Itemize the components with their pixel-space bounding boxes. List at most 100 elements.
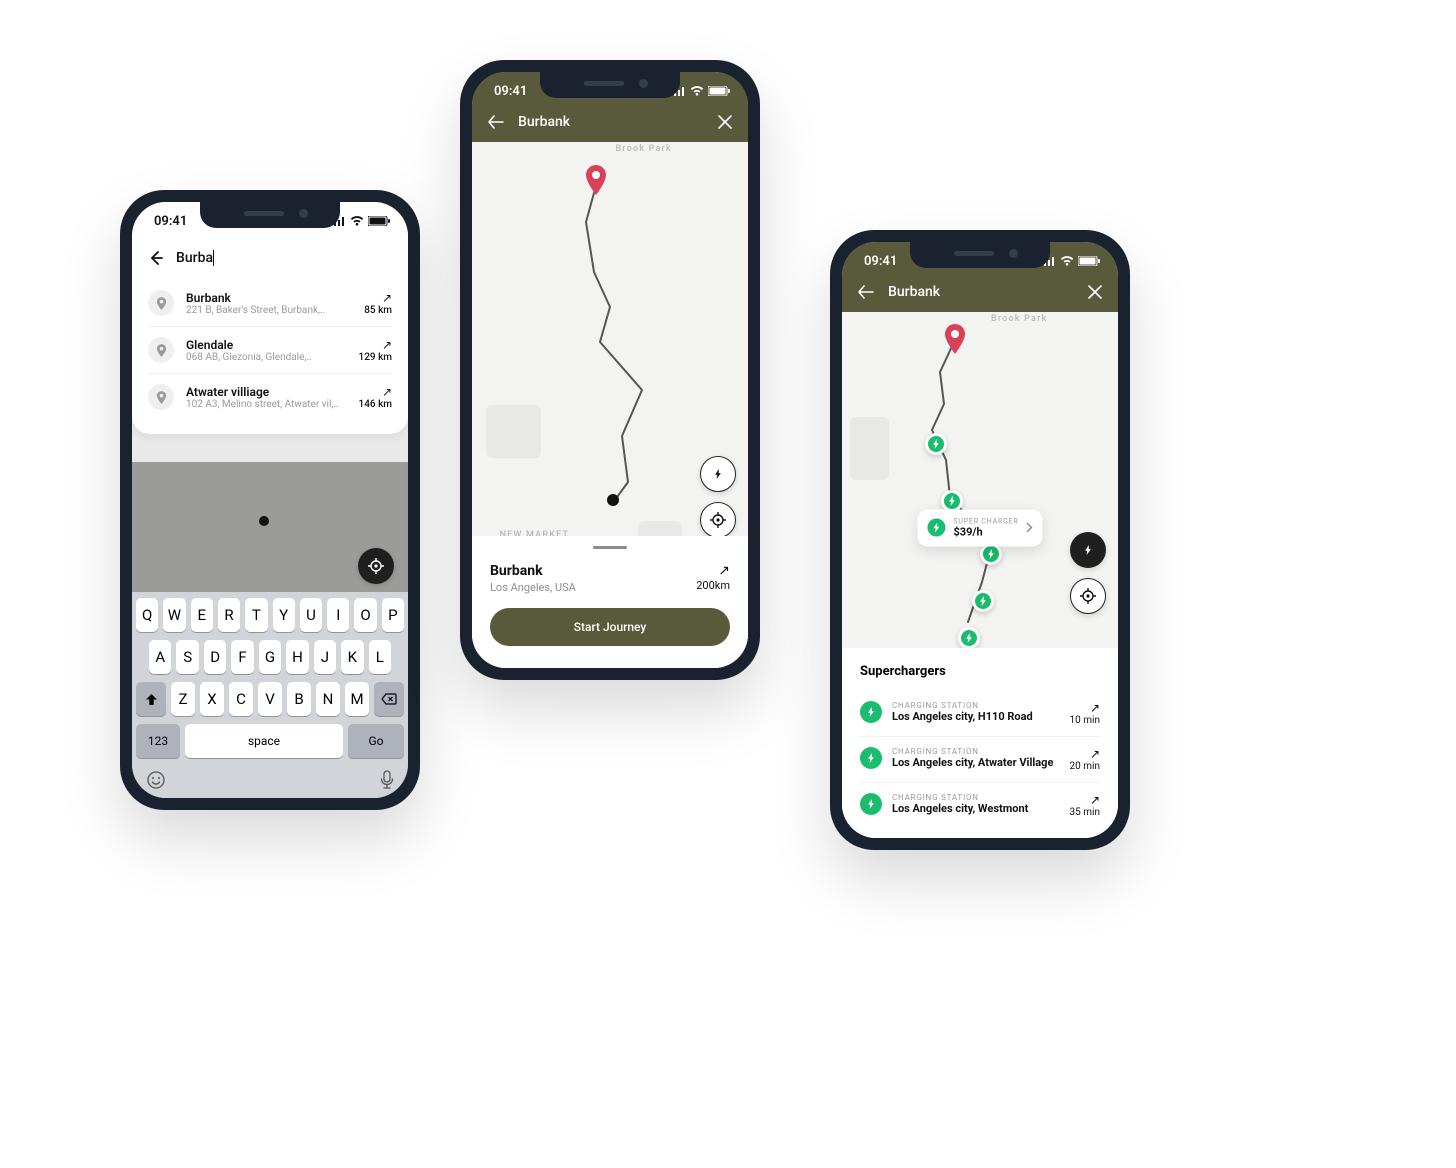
phone-notch <box>200 202 340 228</box>
go-key[interactable]: Go <box>348 724 404 758</box>
key-r[interactable]: R <box>218 598 240 632</box>
suggestion-name: Atwater villiage <box>186 385 347 399</box>
key-v[interactable]: V <box>258 682 282 716</box>
suggestion-item[interactable]: Atwater villiage 102 A3, Melino street, … <box>148 373 392 420</box>
locate-button[interactable] <box>700 502 736 538</box>
superchargers-title: Superchargers <box>860 664 1100 679</box>
supercharger-name: Los Angeles city, Atwater Village <box>892 756 1060 770</box>
keyboard: QWERTYUIOP ASDFGHJKL ZXCVBNM 123 space G… <box>132 592 408 798</box>
wifi-icon <box>350 216 364 226</box>
mic-key[interactable] <box>380 770 394 790</box>
location-pin-icon <box>148 337 174 363</box>
numeric-key[interactable]: 123 <box>136 724 180 758</box>
charger-marker[interactable] <box>972 590 994 612</box>
status-time: 09:41 <box>494 84 527 99</box>
key-x[interactable]: X <box>200 682 224 716</box>
map-dimmed[interactable] <box>132 462 408 598</box>
key-k[interactable]: K <box>341 640 363 674</box>
current-location-dot <box>259 516 269 526</box>
destination-distance: 200km <box>696 579 730 592</box>
key-g[interactable]: G <box>259 640 281 674</box>
key-z[interactable]: Z <box>171 682 195 716</box>
close-icon[interactable] <box>1088 285 1102 299</box>
route-card[interactable]: Burbank Los Angeles, USA ↗ 200km Start J… <box>472 536 748 668</box>
search-input[interactable]: Burba <box>176 250 214 266</box>
wifi-icon <box>690 86 704 96</box>
back-icon[interactable] <box>488 115 504 129</box>
chargers-button[interactable] <box>700 456 736 492</box>
supercharger-label: CHARGING STATION <box>892 747 1060 756</box>
phone-notch <box>540 72 680 98</box>
phone-notch <box>910 242 1050 268</box>
arrow-icon: ↗ <box>1070 701 1100 715</box>
arrow-icon: ↗ <box>359 385 392 399</box>
suggestion-name: Glendale <box>186 338 347 352</box>
shift-key[interactable] <box>136 682 166 716</box>
destination-pin-icon <box>584 165 608 195</box>
location-pin-icon <box>148 290 174 316</box>
phone-route: 09:41 Burbank Brook Park NEW MARKET <box>460 60 760 680</box>
bolt-icon <box>860 793 882 815</box>
back-icon[interactable] <box>858 285 874 299</box>
key-n[interactable]: N <box>316 682 340 716</box>
start-journey-button[interactable]: Start Journey <box>490 608 730 646</box>
key-l[interactable]: L <box>369 640 391 674</box>
key-d[interactable]: D <box>204 640 226 674</box>
suggestion-item[interactable]: Glendale 068 AB, Glezonia, Glendale,.. ↗… <box>148 326 392 373</box>
backspace-key[interactable] <box>374 682 404 716</box>
key-f[interactable]: F <box>231 640 253 674</box>
charger-popup-label: SUPER CHARGER <box>953 517 1018 525</box>
key-o[interactable]: O <box>354 598 376 632</box>
suggestion-address: 102 A3, Melino street, Atwater vil,.. <box>186 399 347 410</box>
status-time: 09:41 <box>864 254 897 269</box>
arrow-icon: ↗ <box>364 291 392 305</box>
drag-handle[interactable] <box>593 546 627 549</box>
key-h[interactable]: H <box>286 640 308 674</box>
charger-marker[interactable] <box>958 627 980 649</box>
emoji-key[interactable] <box>146 770 166 790</box>
key-j[interactable]: J <box>314 640 336 674</box>
key-u[interactable]: U <box>300 598 322 632</box>
close-icon[interactable] <box>718 115 732 129</box>
header-title: Burbank <box>518 114 704 130</box>
key-q[interactable]: Q <box>136 598 158 632</box>
key-p[interactable]: P <box>382 598 404 632</box>
charger-marker[interactable] <box>980 543 1002 565</box>
suggestion-item[interactable]: Burbank 221 B, Baker's Street, Burbank,.… <box>148 280 392 326</box>
charger-marker[interactable] <box>925 433 947 455</box>
locate-button[interactable] <box>358 548 394 584</box>
key-w[interactable]: W <box>163 598 185 632</box>
key-e[interactable]: E <box>191 598 213 632</box>
supercharger-name: Los Angeles city, Westmont <box>892 802 1060 816</box>
bolt-icon <box>860 747 882 769</box>
supercharger-item[interactable]: CHARGING STATION Los Angeles city, Atwat… <box>860 736 1100 782</box>
supercharger-item[interactable]: CHARGING STATION Los Angeles city, H110 … <box>860 691 1100 736</box>
space-key[interactable]: space <box>185 724 343 758</box>
key-b[interactable]: B <box>287 682 311 716</box>
arrow-icon: ↗ <box>1070 747 1100 761</box>
chargers-button[interactable] <box>1070 532 1106 568</box>
supercharger-item[interactable]: CHARGING STATION Los Angeles city, Westm… <box>860 782 1100 828</box>
key-a[interactable]: A <box>149 640 171 674</box>
charger-popup[interactable]: SUPER CHARGER $39/h <box>917 509 1042 546</box>
key-s[interactable]: S <box>176 640 198 674</box>
battery-icon <box>708 86 730 96</box>
back-icon[interactable] <box>148 250 164 266</box>
suggestion-list: Burbank 221 B, Baker's Street, Burbank,.… <box>148 280 392 420</box>
key-c[interactable]: C <box>229 682 253 716</box>
location-pin-icon <box>148 384 174 410</box>
suggestion-name: Burbank <box>186 291 352 305</box>
bolt-icon <box>860 701 882 723</box>
key-t[interactable]: T <box>245 598 267 632</box>
arrow-icon: ↗ <box>359 338 392 352</box>
key-y[interactable]: Y <box>273 598 295 632</box>
locate-button[interactable] <box>1070 578 1106 614</box>
suggestion-distance: 129 km <box>359 352 392 363</box>
destination-name: Burbank <box>490 563 576 579</box>
superchargers-card[interactable]: Superchargers CHARGING STATION Los Angel… <box>842 648 1118 838</box>
phone-search: 09:41 Burba Burbank 221 B, Baker's Stree… <box>120 190 420 810</box>
header-title: Burbank <box>888 284 1074 300</box>
key-i[interactable]: I <box>327 598 349 632</box>
destination-sub: Los Angeles, USA <box>490 581 576 594</box>
key-m[interactable]: M <box>345 682 369 716</box>
